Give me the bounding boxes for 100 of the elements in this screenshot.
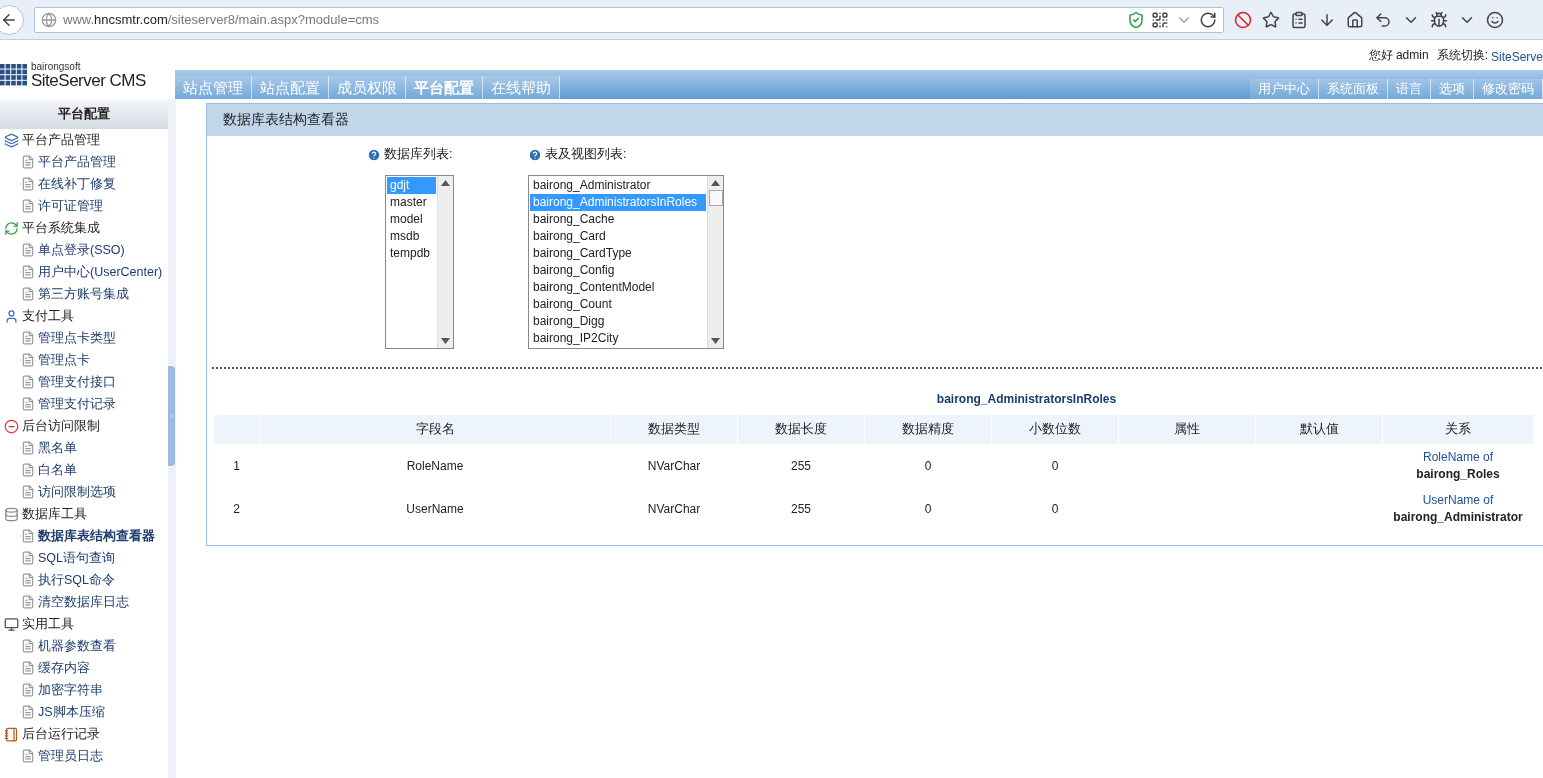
scroll-thumb[interactable] (708, 190, 723, 206)
sidebar-item[interactable]: JS脚本压缩 (0, 701, 168, 723)
bug-icon[interactable] (1430, 10, 1448, 29)
list-option[interactable]: bairong_CardType (530, 245, 706, 262)
page-icon (21, 397, 35, 411)
back-button[interactable] (0, 4, 24, 35)
sidebar-item[interactable]: 单点登录(SSO) (0, 239, 168, 261)
sidebar-item[interactable]: SQL语句查询 (0, 547, 168, 569)
help-icon[interactable] (367, 147, 381, 162)
sidebar-group[interactable]: 实用工具 (0, 613, 168, 635)
star-icon[interactable] (1262, 10, 1280, 29)
relation-link[interactable]: UserName of (1422, 492, 1494, 509)
shield-icon[interactable] (1127, 10, 1145, 29)
list-option[interactable]: tempdb (387, 245, 436, 262)
table-title: bairong_AdministratorsInRoles (935, 391, 1118, 408)
list-option[interactable]: master (387, 194, 436, 211)
scroll-down-icon[interactable] (441, 338, 450, 344)
sidebar-item[interactable]: 许可证管理 (0, 195, 168, 217)
scrollbar[interactable] (707, 176, 723, 348)
list-option[interactable]: bairong_IP2City (530, 330, 706, 347)
table-cell-text: NVarChar (646, 501, 702, 518)
list-option[interactable]: bairong_Count (530, 296, 706, 313)
blocked-icon[interactable] (1234, 10, 1252, 29)
system-switch-link[interactable]: SiteServe (1490, 50, 1543, 64)
list-option[interactable]: bairong_Cache (530, 211, 706, 228)
sidebar-group[interactable]: 数据库工具 (0, 503, 168, 525)
sidebar-item[interactable]: 管理员日志 (0, 745, 168, 767)
sidebar-item[interactable]: 管理支付接口 (0, 371, 168, 393)
sidebar-group[interactable]: 后台访问限制 (0, 415, 168, 437)
column-header: 默认值 (1256, 415, 1382, 444)
scroll-down-icon[interactable] (711, 338, 720, 344)
smiley-icon[interactable] (1486, 10, 1504, 29)
sidebar-item[interactable]: 白名单 (0, 459, 168, 481)
sidebar-item[interactable]: 访问限制选项 (0, 481, 168, 503)
sidebar-item[interactable]: 黑名单 (0, 437, 168, 459)
column-header: 关系 (1383, 415, 1533, 444)
sidebar-item[interactable]: 清空数据库日志 (0, 591, 168, 613)
sidebar-group[interactable]: 后台运行记录 (0, 723, 168, 745)
page-icon (21, 199, 35, 213)
database-icon (4, 506, 19, 522)
reader-icon[interactable] (1290, 10, 1308, 29)
column-header: 属性 (1119, 415, 1255, 444)
scroll-up-icon[interactable] (711, 180, 720, 186)
page-icon (21, 243, 35, 257)
sidebar-item[interactable]: 执行SQL命令 (0, 569, 168, 591)
address-bar[interactable]: www.hncsmtr.com/siteserver8/main.aspx?module=cms (34, 6, 1224, 33)
page-icon (21, 155, 35, 169)
scroll-up-icon[interactable] (441, 180, 450, 186)
sidebar-item[interactable]: 加密字符串 (0, 679, 168, 701)
group-label: 平台产品管理 (22, 131, 100, 149)
list-option[interactable]: msdb (387, 228, 436, 245)
sidebar-item[interactable]: 第三方账号集成 (0, 283, 168, 305)
list-option[interactable]: bairong_ContentModel (530, 279, 706, 296)
sidebar-item[interactable]: 管理点卡 (0, 349, 168, 371)
column-header: 数据类型 (611, 415, 737, 444)
greeting-text: 您好 admin (1368, 47, 1429, 64)
list-option[interactable]: bairong_Digg (530, 313, 706, 330)
database-listbox[interactable]: gdjt master model msdb tempdb (385, 175, 454, 349)
no-entry-icon (4, 418, 19, 434)
sidebar-item[interactable]: 平台产品管理 (0, 151, 168, 173)
sidebar-item[interactable]: 管理点卡类型 (0, 327, 168, 349)
sidebar-item[interactable]: 数据库表结构查看器 (0, 525, 168, 547)
user-icon (4, 308, 19, 324)
reload-icon[interactable] (1199, 10, 1217, 29)
list-option[interactable]: bairong_Card (530, 228, 706, 245)
table-cell-text: UserName (405, 501, 465, 518)
sidebar-item[interactable]: 用户中心(UserCenter) (0, 261, 168, 283)
sidebar-group[interactable]: 平台产品管理 (0, 129, 168, 151)
help-icon[interactable] (528, 147, 542, 162)
page-icon (21, 639, 35, 653)
table-cell-text: 0 (923, 458, 933, 475)
page-icon (21, 573, 35, 587)
globe-icon (41, 11, 57, 28)
page-icon (21, 551, 35, 565)
list-option[interactable]: bairong_Administrator (530, 177, 706, 194)
relation-link[interactable]: RoleName of (1423, 449, 1493, 466)
sidebar-item[interactable]: 管理支付记录 (0, 393, 168, 415)
field-label: 表及视图列表: (545, 146, 627, 163)
computer-icon (4, 616, 19, 632)
table-listbox[interactable]: bairong_Administrator bairong_AdministratorsInRoles bairong_Cache bairong_Card bairong_CardType bairong_Config bairong_ContentModel bairong_Count bairong_Digg bairong_IP2City (528, 175, 724, 349)
relation-table: bairong_Roles (1416, 466, 1500, 483)
group-label: 后台运行记录 (22, 725, 100, 743)
sidebar-item[interactable]: 缓存内容 (0, 657, 168, 679)
scrollbar[interactable] (437, 176, 453, 348)
page-icon (21, 463, 35, 477)
table-cell-text: 0 (923, 501, 933, 518)
logo-icon (0, 64, 28, 86)
home-icon[interactable] (1346, 10, 1364, 29)
sidebar-title: 平台配置 (0, 99, 168, 129)
undo-icon[interactable] (1374, 10, 1392, 29)
sidebar-item[interactable]: 在线补丁修复 (0, 173, 168, 195)
collapse-handle[interactable] (168, 366, 175, 466)
brand-subtitle: bairongsoft (31, 61, 82, 72)
qr-code-icon[interactable] (1151, 10, 1169, 29)
list-option[interactable]: bairong_Config (530, 262, 706, 279)
list-option[interactable]: model (387, 211, 436, 228)
url-text: www.hncsmtr.com/siteserver8/main.aspx?module=cms (63, 12, 381, 27)
sidebar-item[interactable]: 机器参数查看 (0, 635, 168, 657)
sidebar-group[interactable]: 平台系统集成 (0, 217, 168, 239)
sidebar-group[interactable]: 支付工具 (0, 305, 168, 327)
